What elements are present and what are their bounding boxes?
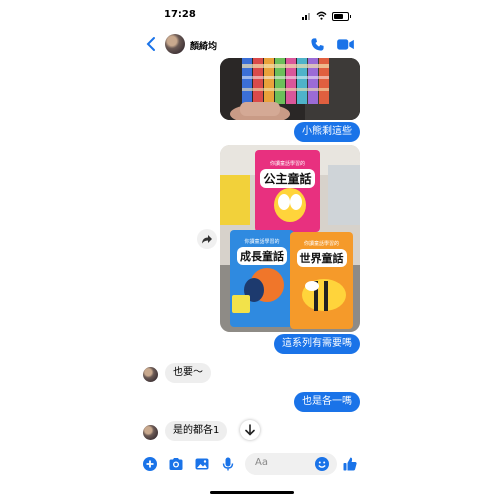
gallery-icon[interactable] [194,456,210,472]
message-input-placeholder: Aa [255,457,268,468]
camera-icon[interactable] [168,456,184,472]
video-icon[interactable] [336,38,355,51]
book-subtitle: 你讀童話學習的 [303,241,339,247]
emoji-icon[interactable] [314,456,330,472]
back-icon[interactable] [145,35,159,53]
message-bubble-out[interactable]: 這系列有需要嗎 [274,334,360,354]
avatar[interactable] [165,34,185,54]
message-composer: Aa [140,450,366,478]
book-subtitle: 你讀童話學習的 [244,239,280,245]
book-subtitle: 你讀童話學習的 [269,161,305,167]
battery-icon [332,12,351,21]
photo-books-spines [220,58,360,120]
book-pink: 你讀童話學習的 公主童話 [255,160,320,188]
book-title: 成長童話 [237,247,287,265]
status-bar: 17:28 [140,0,366,30]
chat-header: 顏綺均 [140,30,366,58]
plus-icon[interactable] [142,456,158,472]
like-icon[interactable] [342,456,358,472]
wifi-icon [316,11,327,20]
scroll-down-button[interactable] [240,420,260,440]
book-title: 世界童話 [296,249,347,267]
phone-icon[interactable] [310,37,325,52]
avatar[interactable] [143,425,158,440]
book-orange: 你讀童話學習的 世界童話 [290,240,353,267]
scroll-down-icon [245,424,255,436]
message-bubble-in[interactable]: 也要～ [165,363,211,383]
signal-icon [302,13,312,20]
home-indicator [210,491,294,494]
contact-name[interactable]: 顏綺均 [190,39,217,52]
status-time: 17:28 [164,9,196,20]
photo-message-storybooks[interactable]: 你讀童話學習的 公主童話 你讀童話學習的 成長童話 你讀童話學習的 世界童話 [220,145,360,332]
message-bubble-out[interactable]: 小熊剩這些 [294,122,360,142]
share-icon[interactable] [197,229,217,249]
phone-screen: 17:28 顏綺均 小熊剩這些 你讀童話學習的 公主童話 你讀童話學習的 成長童… [140,0,366,500]
book-blue: 你讀童話學習的 成長童話 [230,238,294,265]
message-bubble-in[interactable]: 是的都各1 [165,421,228,441]
book-title: 公主童話 [260,169,315,188]
mic-icon[interactable] [220,456,236,472]
message-bubble-out[interactable]: 也是各一嗎 [294,392,360,412]
avatar[interactable] [143,367,158,382]
photo-message-books[interactable] [220,58,360,120]
